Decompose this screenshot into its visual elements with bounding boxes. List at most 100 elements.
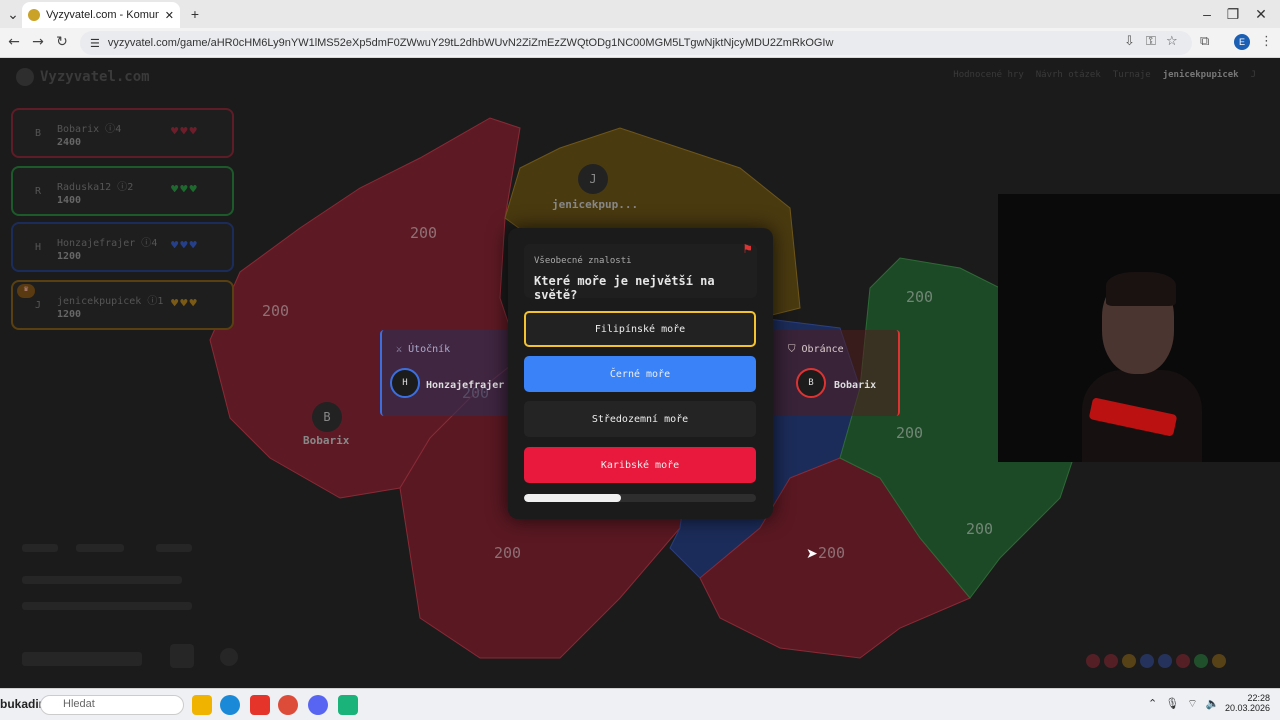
address-bar[interactable]: ☰ vyzyvatel.com/game/aHR0cHM6Ly9nYW1lMS5… [80,31,1192,55]
chat-tab[interactable] [156,544,192,552]
heart-icon: ♥♥♥ [171,296,199,310]
question-category: Všeobecné znalosti [534,256,632,266]
nav-question-proposals[interactable]: Návrh otázek [1036,70,1101,80]
map-player-name: jenicekpup... [552,198,639,211]
chrome-icon[interactable] [278,695,298,715]
defender-name: Bobarix [834,380,877,391]
send-icon[interactable] [170,644,194,668]
clock-date: 20.03.2026 [1224,703,1270,713]
clock-time: 22:28 [1247,693,1270,703]
chat-input[interactable] [22,652,142,666]
discord-icon[interactable] [308,695,328,715]
logo-text: Vyzyvatel.com [40,69,150,85]
map-player-avatar: B [312,402,342,432]
system-clock[interactable]: 22:28 20.03.2026 [1224,693,1270,713]
player-color-dots [1086,654,1226,668]
defender-avatar: B [796,368,826,398]
system-tray: ⌃ 🎙 ⌔ 🔈 [1148,697,1219,711]
color-dot [1158,654,1172,668]
crown-icon: ♛ [17,284,35,298]
reload-icon[interactable]: ↻ [52,34,72,50]
url-text: vyzyvatel.com/game/aHR0cHM6Ly9nYW1lMS52e… [107,37,834,49]
player-score: 1200 [57,251,82,262]
emoji-icon[interactable] [220,648,238,666]
region-value: 200 [906,288,934,306]
forward-icon[interactable]: → [28,34,48,50]
region-value: 200 [410,224,438,242]
chat-line [22,602,192,610]
speaker-icon[interactable]: 🔈 [1206,697,1220,711]
map-player-name: Bobarix [303,434,350,447]
question-text: Které moře je největší na světě? [534,274,715,302]
current-user-name[interactable]: jenicekpupicek [1163,70,1239,80]
site-info-icon[interactable]: ☰ [90,37,100,50]
game-page: 200 200 200 200 200 200 200 200 J jenice… [0,58,1280,688]
app-icon[interactable] [250,695,270,715]
answer-button[interactable]: Černé moře [524,356,756,392]
profile-avatar[interactable]: E [1234,34,1250,50]
password-key-icon[interactable]: ⚿ [1146,34,1156,49]
taskbar-search[interactable]: Hledat [40,695,184,715]
region-value: 200 [262,302,290,320]
file-explorer-icon[interactable] [192,695,212,715]
restore-icon[interactable]: ❐ [1222,6,1244,23]
current-user-avatar[interactable]: J [1251,70,1256,80]
bookmark-star-icon[interactable]: ☆ [1166,34,1178,49]
browser-chrome: ⌄ Vyzyvatel.com - Komunitní vědo ✕ + – ❐… [0,0,1280,58]
chat-tab[interactable] [76,544,124,552]
microphone-icon[interactable]: 🎙 [1165,697,1179,711]
attacker-role: ⚔ Útočník [396,344,451,355]
close-window-icon[interactable]: ✕ [1250,6,1272,23]
region-value: 200 [966,520,994,538]
webcam-overlay [998,194,1280,462]
answer-button[interactable]: Středozemní moře [524,401,756,437]
flag-icon[interactable]: ⚑ [742,242,753,256]
plus-icon[interactable]: + [184,6,206,22]
color-dot [1122,654,1136,668]
player-score: 1200 [57,309,82,320]
app-icon[interactable] [338,695,358,715]
navigation-bar: ← → ↻ ☰ vyzyvatel.com/game/aHR0cHM6Ly9nY… [0,28,1280,58]
edge-icon[interactable] [220,695,240,715]
question-header: ⚑ Všeobecné znalosti Které moře je nejvě… [524,242,757,302]
install-app-icon[interactable]: ⇩ [1124,34,1135,49]
heart-icon: ♥♥♥ [171,182,199,196]
sword-icon: ⚔ [396,344,403,355]
defender-role: ⛉ Obránce [788,344,844,355]
browser-menu-icon[interactable]: ⋮ [1260,34,1273,49]
player-card: R Raduska12 ⓘ2 1400 ♥♥♥ [11,166,234,216]
heart-icon: ♥♥♥ [171,124,199,138]
top-navigation: Hodnocené hry Návrh otázek Turnaje jenic… [953,70,1256,80]
windows-taskbar: bukadim Hledat ⌃ 🎙 ⌔ 🔈 22:28 20.03.2026 [0,688,1280,720]
nav-ranked-games[interactable]: Hodnocené hry [953,70,1023,80]
tab-list-icon[interactable]: ⌄ [2,6,24,23]
chat-tab[interactable] [22,544,58,552]
region-value: 200 [494,544,522,562]
answer-button[interactable]: Karibské moře [524,447,756,483]
player-initial: J [35,300,42,311]
color-dot [1176,654,1190,668]
tab-title: Vyzyvatel.com - Komunitní vědo [46,9,159,21]
close-tab-icon[interactable]: ✕ [165,9,174,22]
answer-button[interactable]: Filipínské moře [524,311,756,347]
attacker-panel: ⚔ Útočník H Honzajefrajer [380,330,520,416]
region-value: 200 [818,544,846,562]
color-dot [1140,654,1154,668]
wifi-icon[interactable]: ⌔ [1187,697,1197,711]
region-value: 200 [896,424,924,442]
player-name: jenicekpupicek ⓘ1 [57,296,164,307]
extensions-icon[interactable]: ⧉ [1200,34,1209,49]
question-modal: ⚑ Všeobecné znalosti Které moře je nejvě… [508,228,773,519]
player-name: Honzajefrajer ⓘ4 [57,238,158,249]
color-dot [1194,654,1208,668]
player-card: ♛ J jenicekpupicek ⓘ1 1200 ♥♥♥ [11,280,234,330]
nav-tournaments[interactable]: Turnaje [1113,70,1151,80]
back-icon[interactable]: ← [4,34,24,50]
chevron-up-icon[interactable]: ⌃ [1148,697,1157,711]
color-dot [1104,654,1118,668]
site-logo[interactable]: Vyzyvatel.com [16,68,150,86]
browser-tab[interactable]: Vyzyvatel.com - Komunitní vědo ✕ [22,2,180,28]
mouse-cursor-icon: ➤ [806,546,818,562]
minimize-icon[interactable]: – [1196,6,1218,22]
player-score: 1400 [57,195,82,206]
